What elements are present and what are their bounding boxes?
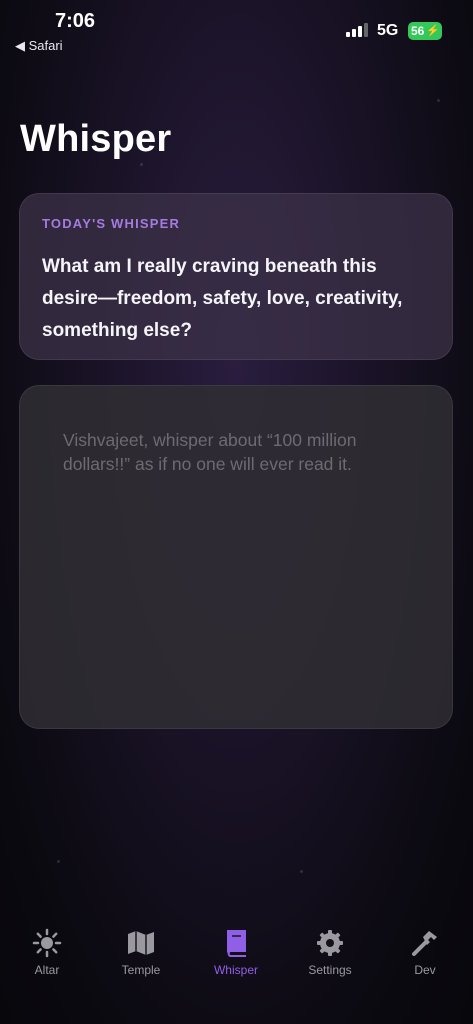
book-icon xyxy=(227,930,246,957)
network-type: 5G xyxy=(377,22,399,39)
back-to-safari-link[interactable]: ◀ Safari xyxy=(15,38,63,54)
todays-whisper-card: TODAY'S WHISPER What am I really craving… xyxy=(19,193,453,360)
tab-label: Dev xyxy=(414,963,436,977)
tab-label: Temple xyxy=(121,963,161,977)
tab-temple[interactable]: Temple xyxy=(101,920,181,977)
tab-label: Settings xyxy=(308,963,352,977)
tab-whisper[interactable]: Whisper xyxy=(196,920,276,977)
tab-settings[interactable]: Settings xyxy=(290,920,370,977)
tab-dev[interactable]: Dev xyxy=(385,920,465,977)
tab-altar[interactable]: Altar xyxy=(7,920,87,977)
tab-bar: Altar Temple Whisper Settings Dev xyxy=(0,920,473,990)
background-star xyxy=(300,870,303,873)
cellular-signal-icon xyxy=(346,23,368,37)
tab-label: Altar xyxy=(34,963,60,977)
gear-icon xyxy=(317,930,343,956)
status-bar: 7:06 ◀ Safari 5G 56 ⚡ xyxy=(0,0,473,60)
map-icon xyxy=(128,931,154,955)
background-star xyxy=(140,163,143,166)
hammer-icon xyxy=(412,931,437,956)
page-title: Whisper xyxy=(20,118,172,160)
battery-level: 56 xyxy=(411,24,425,38)
background-star xyxy=(57,860,60,863)
whisper-text-input[interactable]: Vishvajeet, whisper about “100 million d… xyxy=(63,428,413,476)
status-time: 7:06 xyxy=(55,10,96,32)
whisper-entry-card[interactable]: Vishvajeet, whisper about “100 million d… xyxy=(19,385,453,729)
charging-bolt-icon: ⚡ xyxy=(426,25,440,37)
tab-label: Whisper xyxy=(213,963,258,977)
background-star xyxy=(437,99,440,102)
sun-icon xyxy=(32,928,62,958)
battery-indicator: 56 ⚡ xyxy=(408,22,442,40)
prompt-kicker: TODAY'S WHISPER xyxy=(42,216,181,231)
prompt-question: What am I really craving beneath this de… xyxy=(42,256,403,341)
